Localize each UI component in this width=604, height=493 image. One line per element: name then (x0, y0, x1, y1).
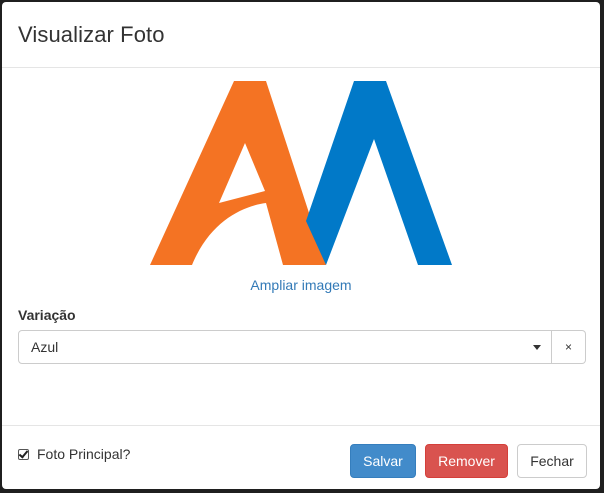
modal-header: Visualizar Foto (2, 2, 600, 68)
photo-modal: Visualizar Foto Ampliar imagem Variação … (2, 2, 600, 489)
logo-blue-lambda (306, 81, 452, 265)
close-button[interactable]: Fechar (517, 444, 587, 478)
zoom-image-link[interactable]: Ampliar imagem (2, 277, 600, 293)
remove-button[interactable]: Remover (425, 444, 508, 478)
caret-down-icon (533, 345, 541, 350)
variation-label: Variação (18, 307, 76, 323)
modal-body: Ampliar imagem Variação Azul × Foto Prin… (2, 68, 600, 462)
variation-select[interactable]: Azul (18, 330, 552, 364)
logo-orange-a (150, 81, 326, 265)
variation-select-group: Azul × (18, 330, 586, 364)
clear-variation-button[interactable]: × (552, 330, 586, 364)
modal-title: Visualizar Foto (18, 21, 165, 47)
save-button[interactable]: Salvar (350, 444, 416, 478)
aa-logo-icon (150, 81, 452, 265)
variation-selected-value: Azul (31, 339, 59, 355)
product-photo (148, 81, 452, 267)
modal-footer: Salvar Remover Fechar (2, 425, 600, 489)
